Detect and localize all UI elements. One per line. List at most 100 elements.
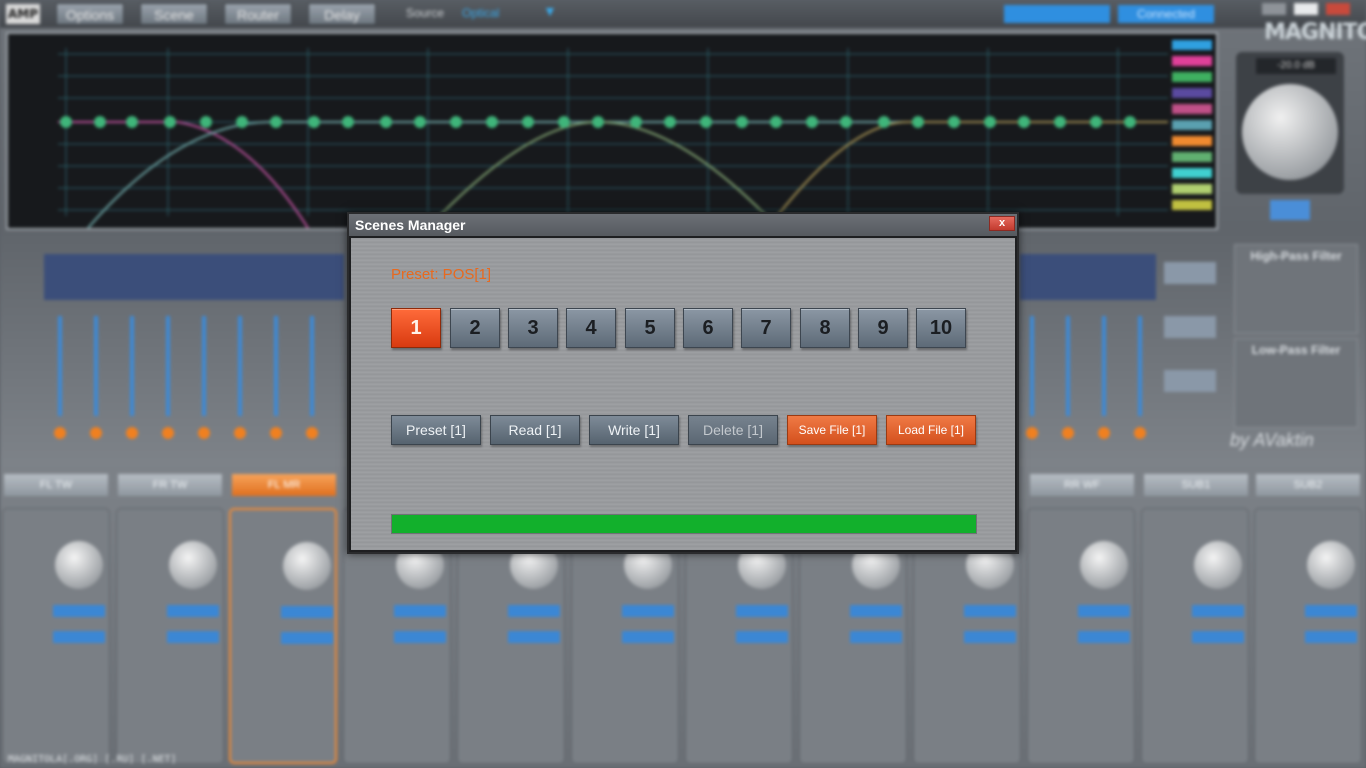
write-button[interactable]: Write [1]	[589, 415, 679, 445]
phase-button[interactable]	[53, 605, 105, 617]
close-button[interactable]: x	[989, 216, 1015, 231]
eq-knob[interactable]	[198, 427, 210, 439]
close-icon[interactable]	[1326, 3, 1350, 15]
channel-tab-sub1[interactable]: SUB1	[1144, 474, 1248, 496]
preset-button-4[interactable]: 4	[566, 308, 616, 348]
eq-slider[interactable]	[130, 316, 134, 416]
source-select[interactable]: Optical	[462, 6, 499, 20]
channel-volume-knob[interactable]	[1307, 541, 1355, 589]
minimize-icon[interactable]	[1262, 3, 1286, 15]
phase-button[interactable]	[281, 606, 333, 618]
legend-chip[interactable]	[1172, 104, 1212, 114]
channel-volume-knob[interactable]	[1080, 541, 1128, 589]
mute-button[interactable]	[1305, 631, 1357, 643]
phase-button[interactable]	[167, 605, 219, 617]
eq-button-3[interactable]	[1164, 370, 1216, 392]
eq-knob[interactable]	[1062, 427, 1074, 439]
eq-slider[interactable]	[274, 316, 278, 416]
eq-knob[interactable]	[126, 427, 138, 439]
load-file-button[interactable]: Load File [1]	[886, 415, 976, 445]
phase-button[interactable]	[622, 605, 674, 617]
master-volume-knob[interactable]	[1242, 84, 1338, 180]
chevron-down-icon[interactable]: ▼	[543, 3, 557, 19]
preset-button-8[interactable]: 8	[800, 308, 850, 348]
legend-chip[interactable]	[1172, 40, 1212, 50]
channel-volume-knob[interactable]	[169, 541, 217, 589]
read-button[interactable]: Read [1]	[490, 415, 580, 445]
channel-volume-knob[interactable]	[55, 541, 103, 589]
eq-knob[interactable]	[162, 427, 174, 439]
legend-chip[interactable]	[1172, 88, 1212, 98]
mute-button[interactable]	[622, 631, 674, 643]
channel-tab-rr-wf[interactable]: RR WF	[1030, 474, 1134, 496]
eq-knob[interactable]	[54, 427, 66, 439]
channel-tab-fl-tw[interactable]: FL TW	[4, 474, 108, 496]
phase-button[interactable]	[736, 605, 788, 617]
preset-button-7[interactable]: 7	[741, 308, 791, 348]
phase-button[interactable]	[1192, 605, 1244, 617]
mute-button[interactable]	[1270, 200, 1310, 220]
menu-options-button[interactable]: Options	[56, 3, 124, 25]
eq-button-2[interactable]	[1164, 316, 1216, 338]
phase-button[interactable]	[1305, 605, 1357, 617]
eq-button-1[interactable]	[1164, 262, 1216, 284]
mute-button[interactable]	[394, 631, 446, 643]
mute-button[interactable]	[1078, 631, 1130, 643]
eq-knob[interactable]	[1098, 427, 1110, 439]
maximize-icon[interactable]	[1294, 3, 1318, 15]
channel-tab-fl-mr[interactable]: FL MR	[232, 474, 336, 496]
mute-button[interactable]	[1192, 631, 1244, 643]
mute-button[interactable]	[53, 631, 105, 643]
legend-chip[interactable]	[1172, 136, 1212, 146]
mute-button[interactable]	[281, 632, 333, 644]
eq-knob[interactable]	[1134, 427, 1146, 439]
preset-button-6[interactable]: 6	[683, 308, 733, 348]
preset-button-3[interactable]: 3	[508, 308, 558, 348]
channel-tab-sub2[interactable]: SUB2	[1256, 474, 1360, 496]
mute-button[interactable]	[736, 631, 788, 643]
eq-knob[interactable]	[234, 427, 246, 439]
phase-button[interactable]	[850, 605, 902, 617]
save-file-button[interactable]: Save File [1]	[787, 415, 877, 445]
menu-router-button[interactable]: Router	[224, 3, 292, 25]
phase-button[interactable]	[1078, 605, 1130, 617]
preset-button-9[interactable]: 9	[858, 308, 908, 348]
legend-chip[interactable]	[1172, 184, 1212, 194]
menu-scene-button[interactable]: Scene	[140, 3, 208, 25]
mute-button[interactable]	[167, 631, 219, 643]
eq-slider[interactable]	[1030, 316, 1034, 416]
eq-slider[interactable]	[94, 316, 98, 416]
preset-button-5[interactable]: 5	[625, 308, 675, 348]
phase-button[interactable]	[964, 605, 1016, 617]
eq-slider[interactable]	[1138, 316, 1142, 416]
preset-button-10[interactable]: 10	[916, 308, 966, 348]
channel-tab-fr-tw[interactable]: FR TW	[118, 474, 222, 496]
preset-button[interactable]: Preset [1]	[391, 415, 481, 445]
legend-chip[interactable]	[1172, 200, 1212, 210]
eq-knob[interactable]	[1026, 427, 1038, 439]
legend-chip[interactable]	[1172, 56, 1212, 66]
eq-slider[interactable]	[202, 316, 206, 416]
connected-button[interactable]: Connected	[1118, 5, 1214, 23]
mute-button[interactable]	[508, 631, 560, 643]
legend-chip[interactable]	[1172, 72, 1212, 82]
menu-delay-button[interactable]: Delay	[308, 3, 376, 25]
dialog-titlebar[interactable]: Scenes Manager x	[349, 214, 1017, 236]
eq-slider[interactable]	[58, 316, 62, 416]
phase-button[interactable]	[394, 605, 446, 617]
preset-button-1[interactable]: 1	[391, 308, 441, 348]
channel-volume-knob[interactable]	[1194, 541, 1242, 589]
channel-volume-knob[interactable]	[283, 542, 331, 590]
eq-slider[interactable]	[1102, 316, 1106, 416]
phase-button[interactable]	[508, 605, 560, 617]
mute-button[interactable]	[964, 631, 1016, 643]
eq-slider[interactable]	[166, 316, 170, 416]
preset-button-2[interactable]: 2	[450, 308, 500, 348]
mute-button[interactable]	[850, 631, 902, 643]
eq-knob[interactable]	[270, 427, 282, 439]
legend-chip[interactable]	[1172, 168, 1212, 178]
eq-knob[interactable]	[90, 427, 102, 439]
legend-chip[interactable]	[1172, 120, 1212, 130]
eq-slider[interactable]	[1066, 316, 1070, 416]
legend-chip[interactable]	[1172, 152, 1212, 162]
